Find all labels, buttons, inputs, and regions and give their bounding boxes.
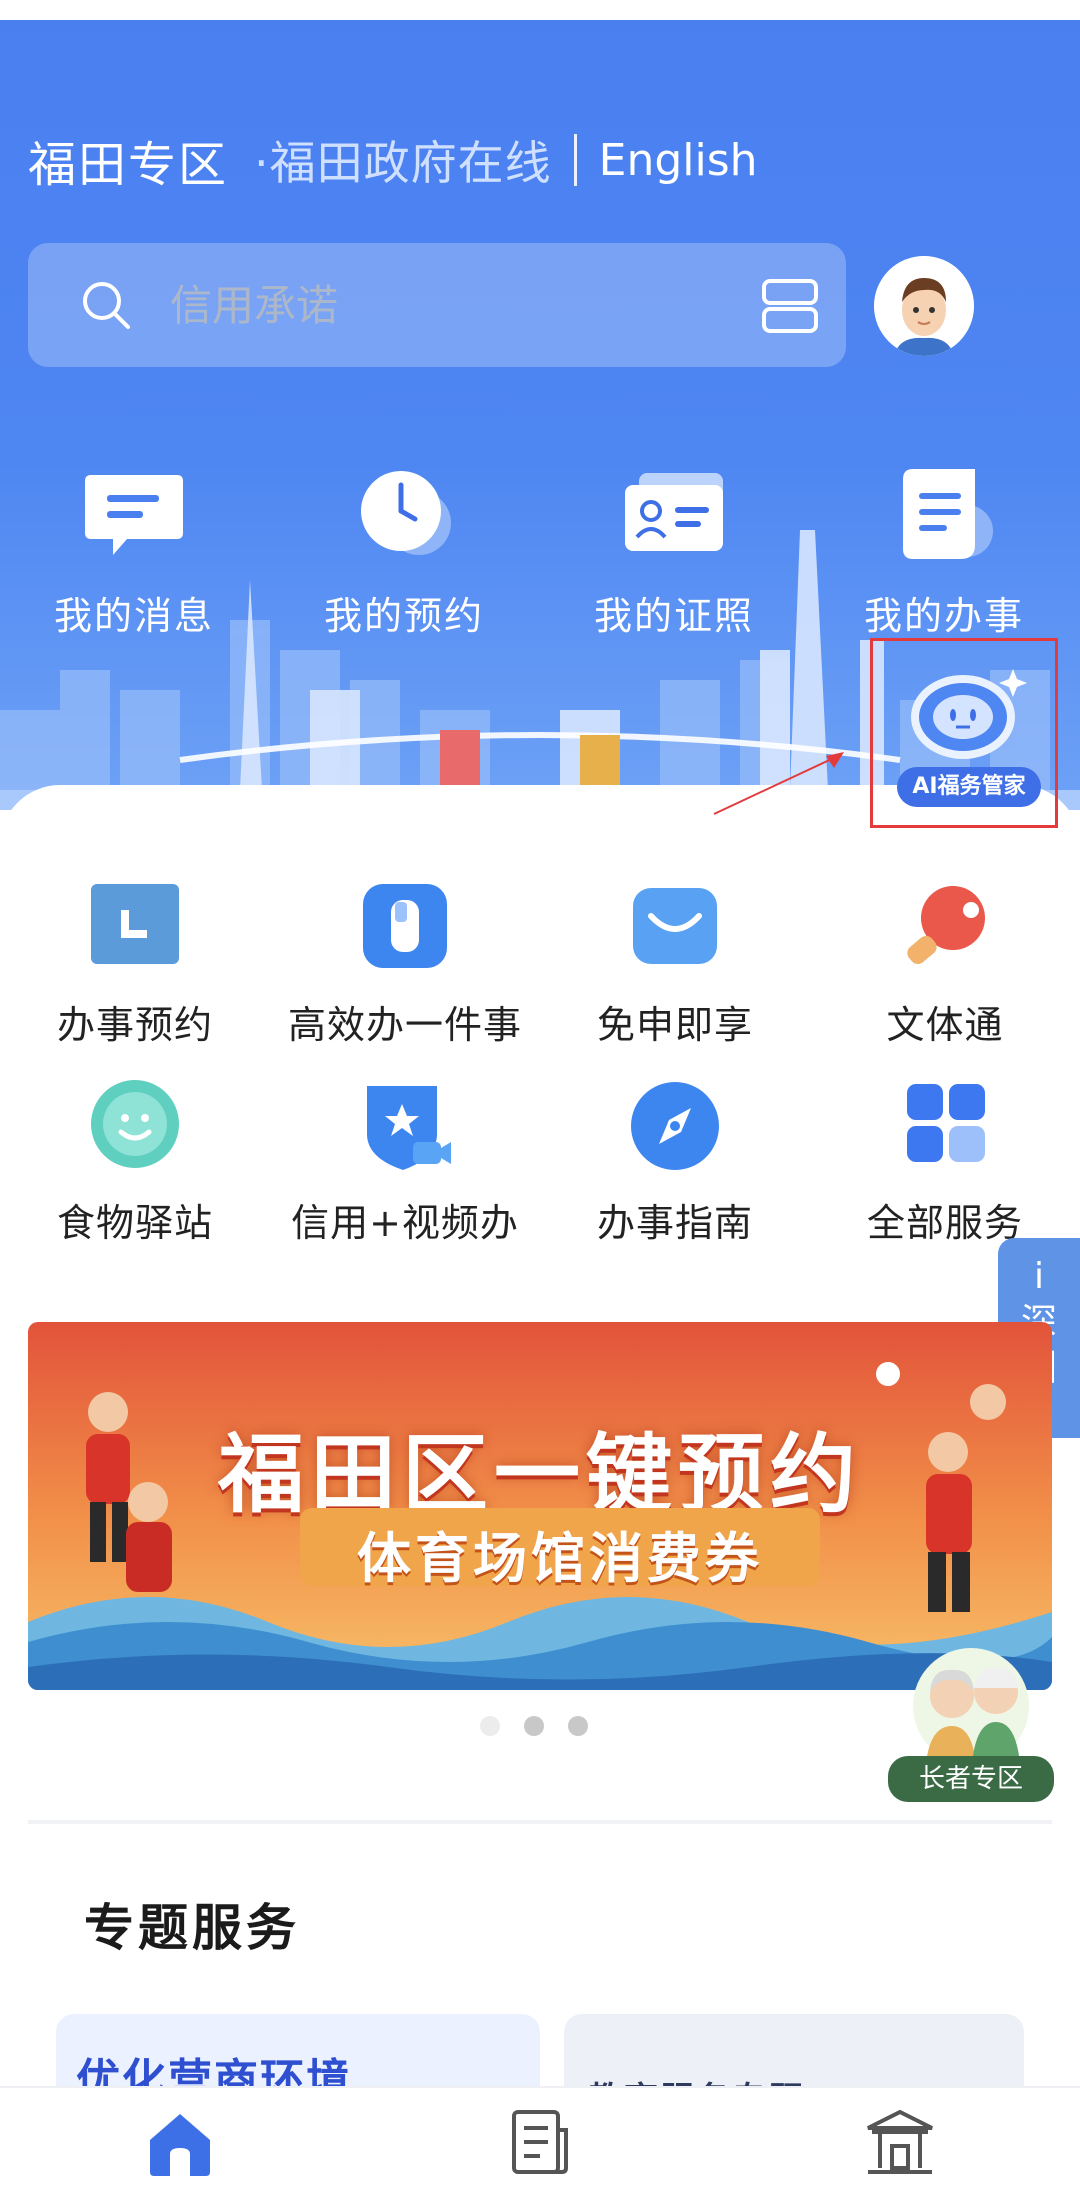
status-strip	[0, 0, 1080, 20]
promo-banner[interactable]: 福田区一键预约 体育场馆消费券	[28, 1322, 1052, 1690]
quick-action-label: 我的预约	[323, 594, 484, 638]
elder-couple-icon	[913, 1648, 1029, 1764]
annotation-arrow	[713, 752, 844, 815]
user-avatar[interactable]	[874, 256, 974, 356]
one-thing-icon	[363, 884, 447, 968]
portal-link[interactable]: ·福田政府在线	[254, 127, 552, 193]
message-icon	[85, 475, 183, 555]
section-divider	[28, 1820, 1052, 1824]
quick-action-label: 我的办事	[863, 594, 1024, 638]
district-title: 福田专区	[28, 137, 229, 193]
ping-pong-icon	[907, 886, 985, 965]
shield-video-icon	[367, 1086, 451, 1170]
avatar-icon	[874, 256, 974, 356]
search-icon	[83, 282, 130, 329]
smile-badge-icon	[91, 1080, 179, 1168]
service-item-free-apply[interactable]: 免申即享	[540, 880, 810, 1049]
service-label: 信用+视频办	[291, 1201, 519, 1245]
compass-icon	[631, 1082, 719, 1170]
service-label: 食物驿站	[56, 1201, 213, 1245]
title-divider	[573, 134, 577, 186]
pagination-dot-active[interactable]	[524, 1716, 544, 1736]
service-item-one-thing[interactable]: 高效办一件事	[270, 880, 540, 1049]
quick-action-appointments[interactable]: 我的预约	[294, 465, 514, 640]
banner-pagination	[480, 1716, 588, 1736]
ai-assistant-button[interactable]: AI福务管家	[870, 638, 1058, 828]
service-item-credit-video[interactable]: 信用+视频办	[270, 1078, 540, 1247]
search-input[interactable]	[170, 273, 730, 337]
robot-icon	[911, 669, 1027, 759]
mail-icon	[633, 888, 717, 964]
bottom-tab-bar	[0, 2086, 1080, 2188]
service-label: 办事预约	[56, 1003, 213, 1047]
header-title-row: 福田专区 ·福田政府在线 English	[28, 115, 758, 205]
id-card-icon	[625, 473, 723, 551]
appointment-icon	[91, 884, 179, 964]
english-toggle[interactable]: English	[599, 135, 758, 186]
news-icon[interactable]	[500, 2102, 580, 2182]
banner-subtitle-box: 体育场馆消费券	[300, 1508, 820, 1590]
document-icon	[903, 469, 993, 559]
service-item-all-services[interactable]: 全部服务	[810, 1078, 1080, 1247]
service-item-food-station[interactable]: 食物驿站	[0, 1078, 270, 1247]
pagination-dot[interactable]	[568, 1716, 588, 1736]
pagination-dot[interactable]	[480, 1716, 500, 1736]
ai-assistant-label: AI福务管家	[897, 767, 1041, 807]
elder-zone-label: 长者专区	[888, 1756, 1054, 1802]
quick-action-label: 我的证照	[593, 594, 754, 638]
topic-section-title: 专题服务	[84, 1899, 300, 1957]
search-bar[interactable]	[28, 243, 846, 367]
home-icon[interactable]	[140, 2102, 220, 2182]
grid-icon	[907, 1084, 985, 1162]
service-label: 办事指南	[596, 1201, 753, 1245]
quick-action-label: 我的消息	[53, 594, 214, 638]
quick-action-licenses[interactable]: 我的证照	[564, 465, 784, 640]
quick-action-affairs[interactable]: 我的办事	[834, 465, 1054, 640]
service-item-appointment[interactable]: 办事预约	[0, 880, 270, 1049]
elder-zone-button[interactable]: 长者专区	[886, 1640, 1056, 1802]
side-tab-letter: i	[1033, 1256, 1044, 1297]
service-item-sports-pass[interactable]: 文体通	[810, 880, 1080, 1049]
service-label: 免申即享	[596, 1003, 753, 1047]
service-label: 高效办一件事	[287, 1003, 522, 1047]
service-label: 文体通	[886, 1003, 1004, 1047]
gov-hall-icon[interactable]	[860, 2102, 940, 2182]
quick-action-messages[interactable]: 我的消息	[24, 465, 244, 640]
clock-icon	[361, 471, 451, 555]
banner-subtitle: 体育场馆消费券	[357, 1527, 763, 1590]
quick-actions: 我的消息 我的预约 我的证照 我的办事	[0, 465, 1080, 665]
service-item-guide[interactable]: 办事指南	[540, 1078, 810, 1247]
scan-icon[interactable]	[760, 277, 820, 335]
